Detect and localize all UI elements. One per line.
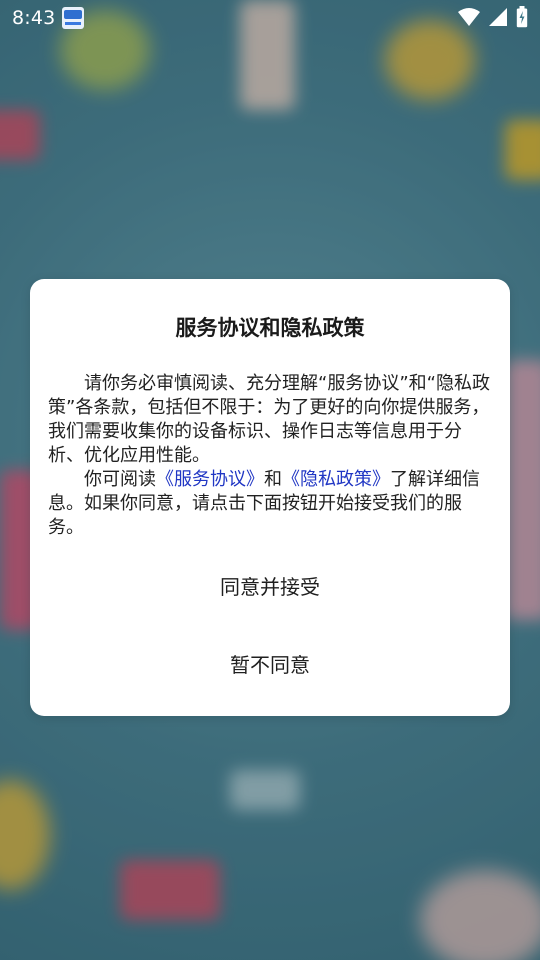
cellular-signal-icon (489, 8, 507, 26)
consent-paragraph: 请你务必审慎阅读、充分理解“服务协议”和“隐私政策”各条款，包括但不限于：为了更… (48, 373, 490, 466)
service-agreement-link[interactable]: 《服务协议》 (156, 469, 264, 490)
app-notification-icon (62, 7, 84, 29)
status-time: 8:43 (12, 7, 56, 29)
battery-charging-icon (516, 6, 528, 28)
paragraph-prefix: 你可阅读 (84, 469, 156, 490)
privacy-consent-dialog: 服务协议和隐私政策 请你务必审慎阅读、充分理解“服务协议”和“隐私政策”各条款，… (30, 279, 510, 716)
paragraph-and: 和 (264, 469, 282, 490)
status-bar: 8:43 (0, 0, 540, 36)
dialog-title: 服务协议和隐私政策 (175, 316, 365, 340)
agree-button[interactable]: 同意并接受 (30, 561, 510, 613)
dialog-body: 请你务必审慎阅读、充分理解“服务协议”和“隐私政策”各条款，包括但不限于：为了更… (48, 372, 494, 540)
wifi-icon (458, 8, 480, 26)
decline-button[interactable]: 暂不同意 (30, 639, 510, 691)
privacy-policy-link[interactable]: 《隐私政策》 (282, 469, 390, 490)
policy-links-paragraph: 你可阅读《服务协议》和《隐私政策》了解详细信息。如果你同意，请点击下面按钮开始接… (48, 468, 494, 540)
